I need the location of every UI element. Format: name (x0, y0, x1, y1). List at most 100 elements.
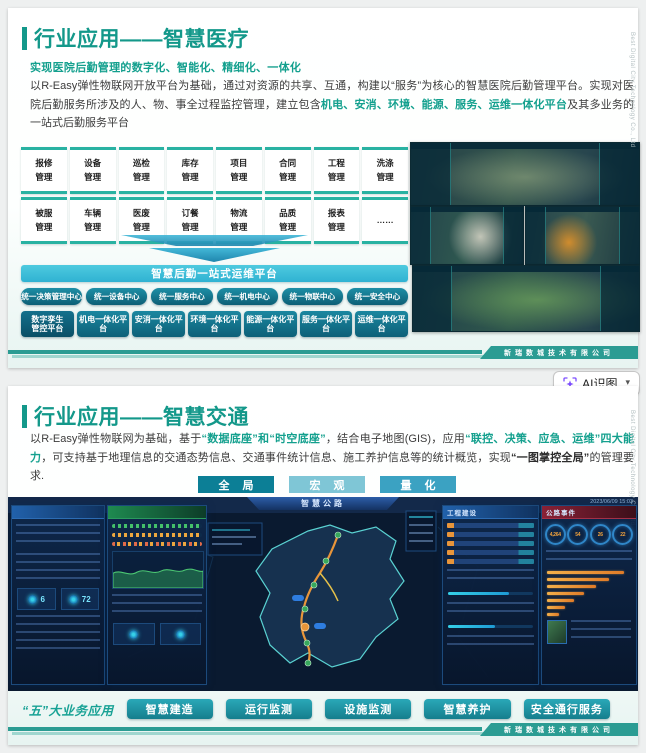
business-applications-row: “五”大业务应用 智慧建造 运行监测 设施监测 智慧养护 安全通行服务 (22, 699, 610, 719)
panel-header (108, 506, 206, 519)
panel-stat-rows (546, 550, 632, 566)
para-text: ，结合电子地图(GIS)，应用 (325, 433, 466, 445)
gauge: 4,264 (544, 524, 566, 545)
project-row (447, 559, 534, 564)
stat-value: 72 (81, 594, 91, 604)
slide1-title: 行业应用——智慧医疗 (34, 28, 249, 51)
module-label: 巡检管理 (132, 158, 150, 182)
event-handling-row (547, 620, 631, 644)
gauge-value: 26 (597, 531, 603, 538)
project-row (447, 541, 534, 546)
para-text: ，可支持基于地理信息的交通态势信息、交通事件统计信息、施工养护信息等的统计概览，… (41, 451, 511, 464)
panel-stat-rows (571, 620, 631, 642)
bar (547, 606, 566, 609)
center-chip: 统一机电中心 (216, 288, 278, 305)
platform-chip: 服务一体化平台 (299, 311, 353, 337)
hospital-dashboard-screenshot-overview (410, 142, 640, 206)
gauge-value: 54 (575, 531, 581, 538)
dashboard-panel-overview: 6 72 (11, 505, 105, 685)
dashboard-panel-maintenance (107, 505, 207, 685)
gauge-value: 22 (620, 531, 626, 538)
module-label: 库存管理 (181, 158, 199, 182)
view-button-global: 全 局 (198, 476, 274, 493)
slide1-paragraph: 以R-Easy弹性物联网开放平台为基础，通过对资源的共享、互通，构建以“服务”为… (30, 77, 634, 133)
module-card: 洗涤管理 (362, 147, 408, 194)
panel-header: 工程建设 (443, 506, 538, 519)
panel-list-rows (16, 615, 100, 653)
event-gauges: 4,264 54 26 22 (544, 524, 634, 545)
center-chip: 统一设备中心 (86, 288, 148, 305)
gauge-value: 4,264 (549, 531, 561, 538)
platform-chip: 运维一体化平台 (355, 311, 409, 337)
slide2-title-row: 行业应用——智慧交通 (22, 401, 249, 431)
gauge: 54 (567, 524, 589, 545)
platform-chip: 安消一体化平台 (132, 311, 186, 337)
bar (547, 585, 596, 588)
business-chip: 智慧建造 (126, 699, 213, 719)
module-grid: 报修管理 设备管理 巡检管理 库存管理 项目管理 合同管理 工程管理 洗涤管理 … (21, 147, 408, 244)
business-chip: 运行监测 (225, 699, 313, 719)
bar (547, 571, 625, 574)
view-button-quantify: 量 化 (380, 476, 456, 493)
slide1-footer-ribbon: 新瑞数城技术有限公司 (8, 346, 638, 363)
project-row (447, 523, 534, 528)
para-accent-text: 机电、安消、环境、能源、服务、运维一体化平台 (320, 98, 568, 111)
module-label: 车辆管理 (84, 208, 102, 232)
company-name-badge: 新瑞数城技术有限公司 (480, 723, 638, 736)
platform-chip: 机电一体化平台 (76, 311, 130, 337)
progress-bar (448, 625, 533, 628)
para-text: 以R-Easy弹性物联网为基础，基于 (30, 433, 202, 445)
module-label: 物流管理 (230, 208, 248, 232)
module-label: 设备管理 (84, 158, 102, 182)
glow-dot-icon (175, 629, 185, 639)
stat-tile: 72 (60, 588, 99, 610)
platform-chip: 数字孪生管控平台 (21, 311, 74, 337)
side-watermark: Best Digital City Technology Co., Ltd (629, 32, 635, 148)
glow-dot-icon (68, 594, 78, 604)
bar (547, 599, 574, 602)
platforms-row: 数字孪生管控平台 机电一体化平台 安消一体化平台 环境一体化平台 能源一体化平台… (21, 311, 409, 337)
footer-line (8, 727, 482, 731)
gauge: 26 (589, 524, 611, 545)
module-label: 报表管理 (327, 208, 345, 232)
module-label: 品质管理 (279, 208, 297, 232)
dashboard-panel-construction: 工程建设 (442, 505, 539, 685)
panel-header: 公路事件 (542, 506, 636, 519)
slide1-subtitle: 实现医院后勤管理的数字化、智能化、精细化、一体化 (30, 62, 302, 74)
center-chip: 统一服务中心 (151, 288, 213, 305)
slide-smart-healthcare: 行业应用——智慧医疗 实现医院后勤管理的数字化、智能化、精细化、一体化 以R-E… (8, 8, 640, 368)
panel-stat-rows (447, 635, 534, 651)
slide2-footer-ribbon: 新瑞数城技术有限公司 (8, 723, 638, 740)
panel-stat-rows (447, 569, 534, 585)
traffic-dashboard-screenshot: 智慧公路 2023/06/09 15:03 6 72 工程建设 公路事件 4,2… (8, 497, 638, 691)
hospital-dashboard-screenshot-building (410, 206, 524, 265)
view-button-macro: 宏 观 (289, 476, 365, 493)
footer-line (8, 350, 482, 354)
module-label: 被服管理 (35, 208, 53, 232)
panel-stat-rows (16, 524, 100, 548)
slide2-title: 行业应用——智慧交通 (34, 406, 249, 429)
major-projects-list (443, 523, 538, 564)
hospital-dashboard-screenshot-alert (525, 206, 640, 265)
business-chip: 安全通行服务 (523, 699, 610, 719)
title-accent-bar (22, 26, 27, 50)
platform-chip: 环境一体化平台 (188, 311, 241, 337)
panel-stat-tiles: 6 72 (17, 588, 99, 610)
dashboard-panel-events: 公路事件 4,264 54 26 22 (541, 505, 637, 685)
module-label: 工程管理 (327, 158, 345, 182)
camera-thumbnail (547, 620, 567, 644)
dashboard-title: 智慧公路 (247, 497, 399, 510)
para-accent-text: “数据底座”和“时空底座” (201, 433, 326, 445)
ops-platform-banner: 智慧后勤一站式运维平台 (21, 265, 408, 282)
bar (547, 592, 584, 595)
panel-header (12, 506, 104, 519)
status-dot-strip (112, 524, 202, 528)
slide1-title-row: 行业应用——智慧医疗 (22, 23, 249, 53)
panel-stat-tiles (113, 623, 201, 645)
dashboard-timestamp: 2023/06/09 15:03 (590, 499, 633, 505)
project-row (447, 532, 534, 537)
para-bold-text: “一图掌控全局” (510, 451, 590, 464)
module-label: …… (376, 214, 394, 225)
bar (547, 613, 559, 616)
title-accent-bar (22, 404, 27, 428)
